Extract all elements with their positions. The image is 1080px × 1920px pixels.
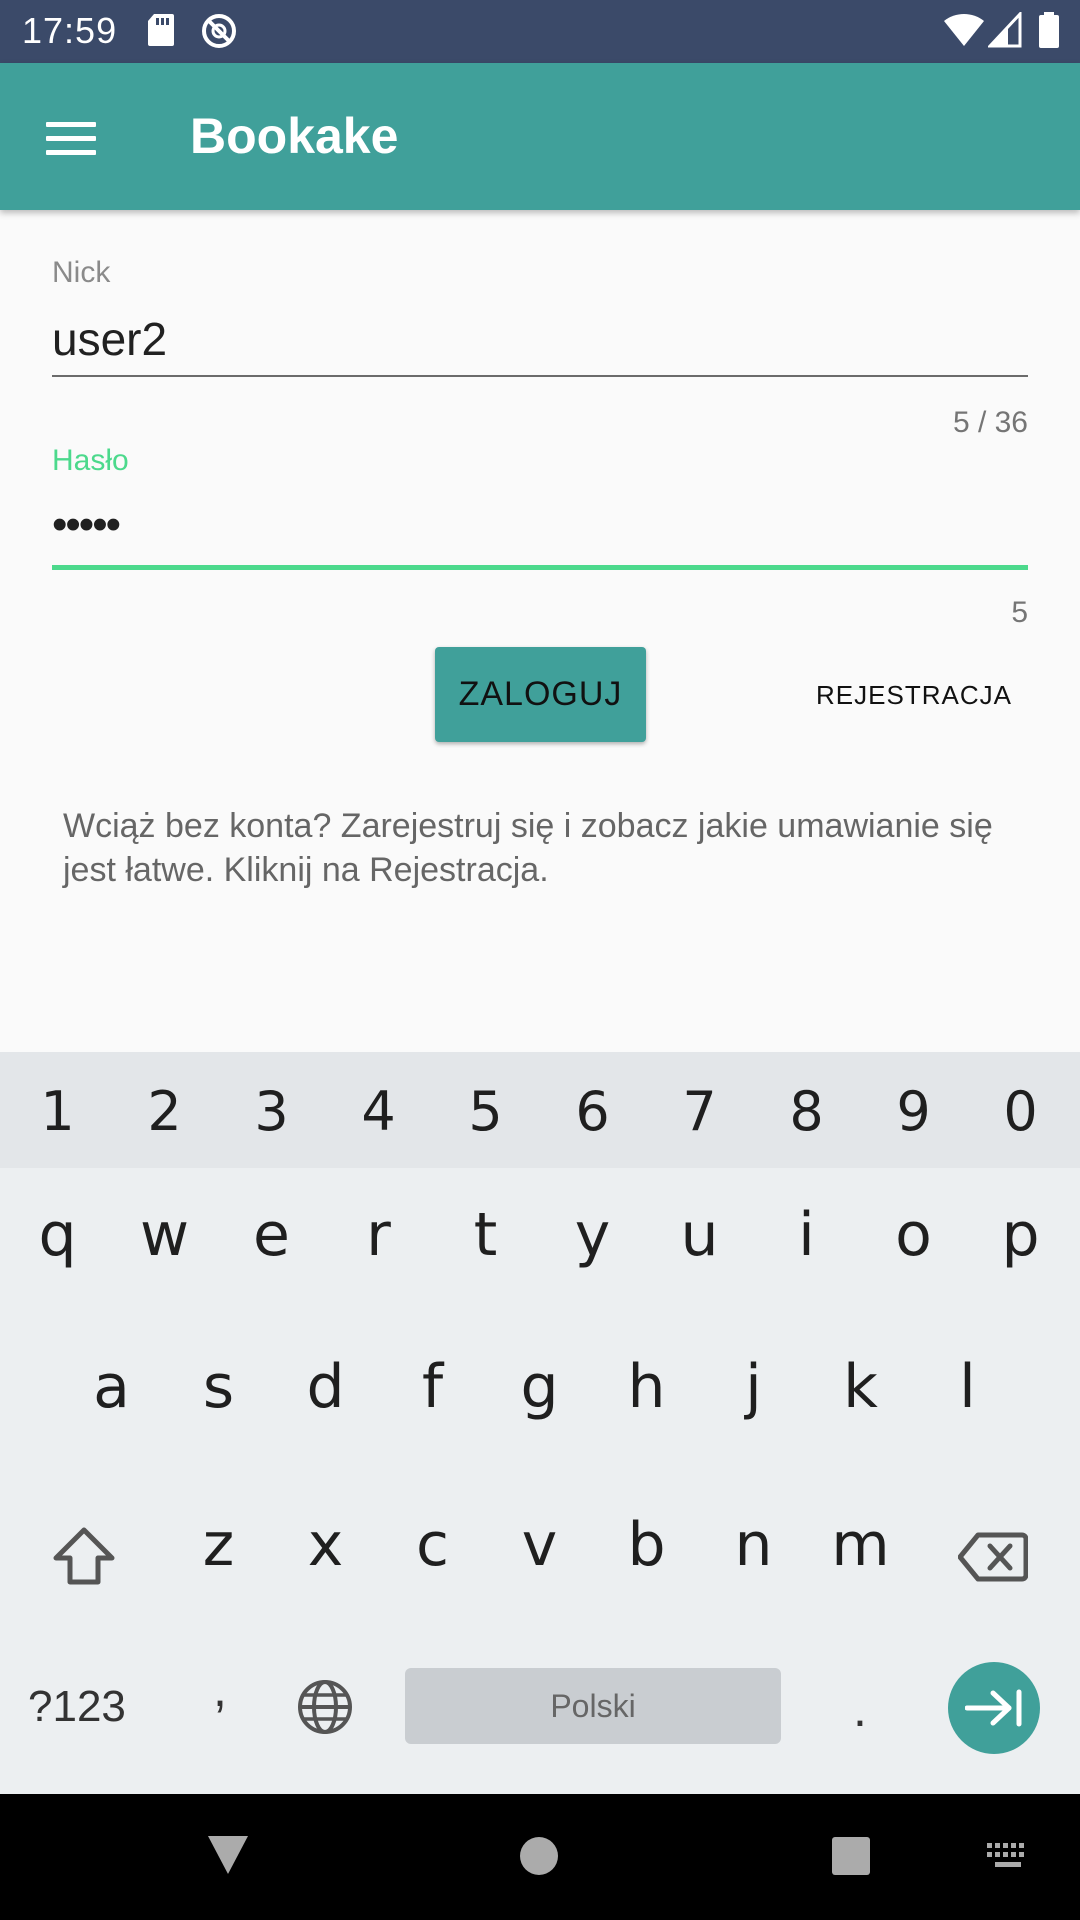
sd-card-icon bbox=[148, 14, 174, 46]
backspace-icon[interactable] bbox=[958, 1532, 1028, 1582]
key-v[interactable]: v bbox=[486, 1510, 593, 1580]
app-title: Bookake bbox=[190, 108, 399, 164]
key-q[interactable]: q bbox=[4, 1200, 111, 1270]
key-t[interactable]: t bbox=[432, 1200, 539, 1270]
key-5[interactable]: 5 bbox=[432, 1080, 539, 1143]
key-6[interactable]: 6 bbox=[539, 1080, 646, 1143]
key-e[interactable]: e bbox=[218, 1200, 325, 1270]
battery-icon bbox=[1039, 12, 1059, 48]
key-f[interactable]: f bbox=[379, 1352, 486, 1422]
comma-key[interactable]: , bbox=[200, 1660, 240, 1718]
shift-icon[interactable] bbox=[52, 1526, 116, 1586]
nick-char-counter: 5 / 36 bbox=[952, 406, 1028, 439]
enter-icon bbox=[965, 1689, 1022, 1727]
key-1[interactable]: 1 bbox=[4, 1080, 111, 1143]
back-icon[interactable] bbox=[206, 1834, 250, 1876]
key-i[interactable]: i bbox=[753, 1200, 860, 1270]
key-8[interactable]: 8 bbox=[753, 1080, 860, 1143]
key-l[interactable]: l bbox=[914, 1352, 1021, 1422]
status-time: 17:59 bbox=[22, 10, 118, 51]
nick-underline bbox=[52, 375, 1028, 377]
key-y[interactable]: y bbox=[539, 1200, 646, 1270]
key-x[interactable]: x bbox=[272, 1510, 379, 1580]
recents-icon[interactable] bbox=[831, 1836, 871, 1876]
wifi-icon bbox=[944, 13, 984, 47]
key-4[interactable]: 4 bbox=[325, 1080, 432, 1143]
keyboard-icon[interactable] bbox=[986, 1842, 1030, 1870]
signal-icon bbox=[988, 12, 1022, 48]
key-k[interactable]: k bbox=[807, 1352, 914, 1422]
login-button[interactable]: ZALOGUJ bbox=[435, 647, 646, 742]
key-u[interactable]: u bbox=[646, 1200, 753, 1270]
info-text: Wciąż bez konta? Zarejestruj się i zobac… bbox=[63, 807, 993, 889]
key-s[interactable]: s bbox=[165, 1352, 272, 1422]
key-w[interactable]: w bbox=[111, 1200, 218, 1270]
nick-input[interactable]: user2 bbox=[52, 312, 167, 366]
period-key[interactable]: . bbox=[845, 1680, 875, 1738]
key-m[interactable]: m bbox=[807, 1510, 914, 1580]
key-7[interactable]: 7 bbox=[646, 1080, 753, 1143]
key-g[interactable]: g bbox=[486, 1352, 593, 1422]
key-2[interactable]: 2 bbox=[111, 1080, 218, 1143]
nick-label: Nick bbox=[52, 256, 111, 289]
app-bar: Bookake bbox=[0, 63, 1080, 210]
key-z[interactable]: z bbox=[165, 1510, 272, 1580]
key-9[interactable]: 9 bbox=[860, 1080, 967, 1143]
hamburger-menu-icon[interactable] bbox=[46, 118, 98, 158]
key-d[interactable]: d bbox=[272, 1352, 379, 1422]
key-n[interactable]: n bbox=[700, 1510, 807, 1580]
home-icon[interactable] bbox=[519, 1836, 559, 1876]
password-input[interactable]: ••••• bbox=[52, 500, 121, 550]
space-key[interactable]: Polski bbox=[405, 1668, 781, 1744]
password-underline bbox=[52, 565, 1028, 570]
globe-icon[interactable] bbox=[296, 1678, 354, 1736]
key-3[interactable]: 3 bbox=[218, 1080, 325, 1143]
key-o[interactable]: o bbox=[860, 1200, 967, 1270]
status-bar: 17:59 bbox=[0, 0, 1080, 63]
key-c[interactable]: c bbox=[379, 1510, 486, 1580]
key-h[interactable]: h bbox=[593, 1352, 700, 1422]
register-button[interactable]: REJESTRACJA bbox=[806, 660, 1022, 730]
keyboard-number-row: 1 2 3 4 5 6 7 8 9 0 bbox=[0, 1052, 1080, 1168]
key-a[interactable]: a bbox=[58, 1352, 165, 1422]
symbols-key[interactable]: ?123 bbox=[28, 1682, 126, 1732]
enter-key[interactable] bbox=[948, 1662, 1040, 1754]
navigation-bar bbox=[0, 1794, 1080, 1920]
do-not-disturb-icon bbox=[202, 14, 236, 48]
password-label: Hasło bbox=[52, 444, 129, 477]
key-r[interactable]: r bbox=[325, 1200, 432, 1270]
key-j[interactable]: j bbox=[700, 1352, 807, 1422]
key-b[interactable]: b bbox=[593, 1510, 700, 1580]
key-0[interactable]: 0 bbox=[967, 1080, 1074, 1143]
key-p[interactable]: p bbox=[967, 1200, 1074, 1270]
password-char-counter: 5 bbox=[1011, 596, 1028, 629]
